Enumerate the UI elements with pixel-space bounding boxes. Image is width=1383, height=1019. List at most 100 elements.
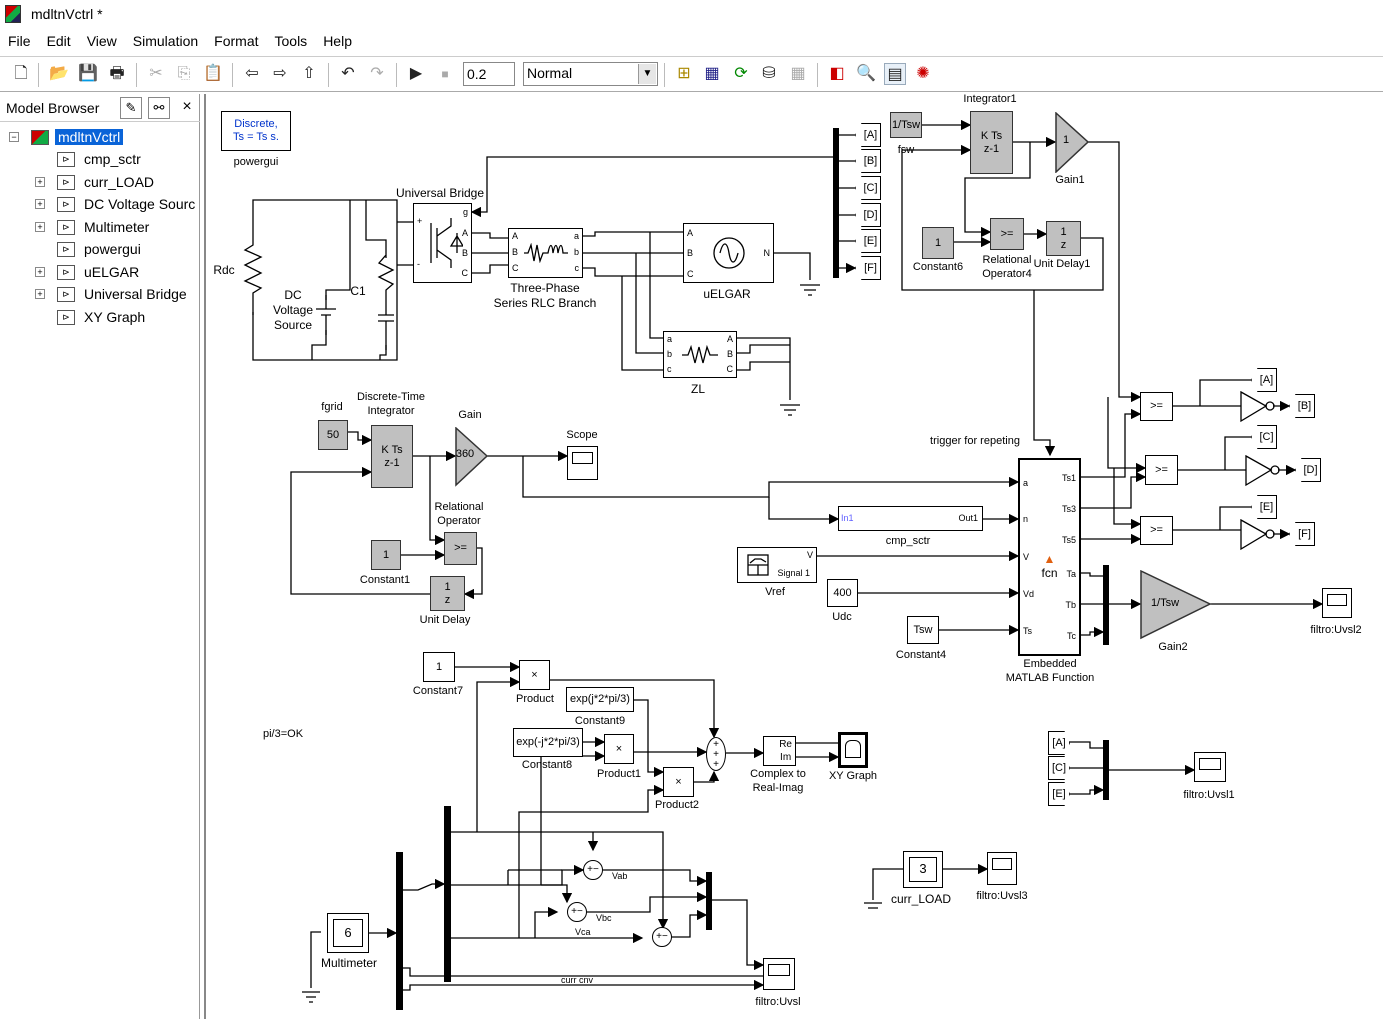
scope-uvsl1-block[interactable] (1194, 752, 1226, 782)
uelgar-block[interactable]: A B C N (683, 223, 774, 283)
capacitor-icon[interactable] (376, 255, 396, 350)
block-label: Multimeter (320, 956, 378, 970)
block-label: Rdc (213, 263, 235, 277)
port-label: B (512, 247, 519, 257)
port-label: b (573, 247, 579, 257)
scope-block[interactable] (567, 446, 598, 480)
port-label: g (462, 207, 468, 217)
mux-bus[interactable] (706, 872, 712, 930)
relational-operator-block[interactable]: >= (1140, 392, 1173, 421)
zl-load-block[interactable]: a b c A B C (663, 331, 737, 378)
block-label: fgrid (321, 401, 343, 413)
block-label: C1 (350, 284, 366, 298)
port-label: Tb (1065, 600, 1076, 610)
block-label: Constant9 (574, 715, 626, 727)
matlab-logo-icon: ▲ fcn (1041, 552, 1058, 580)
rlc-branch-block[interactable]: A B C a b c (508, 228, 583, 278)
port-label: B (726, 349, 733, 359)
mux-bus[interactable] (1103, 740, 1109, 800)
discrete-time-integrator-block[interactable]: K Ts z-1 (371, 425, 413, 488)
block-label: cmp_sctr (885, 535, 931, 547)
scope-uvsl-block[interactable] (763, 958, 795, 990)
udc-constant-block[interactable]: 400 (827, 579, 858, 607)
constant7-block[interactable]: 1 (423, 652, 455, 682)
signal-label: Vca (575, 927, 591, 937)
block-label: Constant7 (412, 685, 464, 697)
gain-value: 360 (455, 448, 475, 460)
not-gate-icon[interactable] (1245, 455, 1281, 487)
scope-uvsl3-block[interactable] (987, 852, 1017, 885)
scope-uvsl2-block[interactable] (1322, 588, 1352, 618)
goto-label: [E] (863, 235, 878, 247)
sum-block[interactable]: + + + (706, 737, 726, 771)
complex-to-real-imag-block[interactable]: Re Im (763, 736, 796, 766)
curr-load-value: 3 (909, 857, 937, 882)
signal-label: Vbc (596, 913, 612, 923)
port-label: b (667, 349, 673, 359)
powergui-block[interactable]: Discrete, Ts = Ts s. (221, 111, 291, 151)
not-gate-icon[interactable] (1240, 391, 1276, 423)
block-label: Relational Operator4 (982, 254, 1032, 280)
block-label: Constant6 (912, 261, 964, 273)
signal-builder-icon (747, 554, 769, 576)
relational-operator4-block[interactable]: >= (990, 218, 1024, 250)
resistor-icon (682, 344, 718, 363)
signal-label: curr cnv (560, 975, 594, 985)
fsw-constant-block[interactable]: 1/Tsw (890, 112, 922, 138)
constant4-block[interactable]: Tsw (907, 616, 939, 644)
sum-block-vab[interactable]: +− (583, 860, 603, 880)
cmp-sctr-subsystem[interactable]: In1 Out1 (838, 506, 983, 531)
goto-label: [B] (863, 155, 878, 167)
product2-block[interactable]: × (663, 767, 694, 797)
relational-operator-block[interactable]: >= (1145, 455, 1178, 485)
mux-bus[interactable] (1103, 565, 1109, 645)
port-label: C (726, 364, 734, 374)
port-label: + (417, 216, 423, 226)
relational-operator-block[interactable]: >= (444, 532, 477, 565)
mux-bus[interactable] (833, 128, 839, 278)
relational-operator-block[interactable]: >= (1140, 516, 1173, 545)
port-label: a (1023, 478, 1029, 488)
multimeter-block[interactable]: 6 (327, 913, 369, 953)
signal-label: Vab (612, 871, 628, 881)
dc-source-icon[interactable] (316, 295, 336, 335)
product-block[interactable]: × (519, 660, 550, 690)
resistor-icon[interactable] (243, 225, 263, 315)
not-gate-icon[interactable] (1240, 519, 1276, 551)
goto-label: [A] (863, 129, 878, 141)
integrator1-block[interactable]: K Ts z-1 (970, 111, 1013, 174)
block-label: Vref (765, 586, 785, 598)
fgrid-constant-block[interactable]: 50 (318, 420, 348, 450)
from-label: [E] (1052, 788, 1066, 800)
constant1-block[interactable]: 1 (371, 540, 401, 570)
gain1-block[interactable] (1055, 112, 1089, 173)
igbt-diode-icon (429, 218, 463, 268)
unit-delay1-block[interactable]: 1 z (1046, 221, 1081, 256)
embedded-matlab-function-block[interactable]: ▲ fcn a n V Vd Ts Ts1 Ts3 Ts5 Ta Tb Tc (1018, 458, 1081, 656)
universal-bridge-block[interactable]: + - g A B C (413, 203, 472, 283)
port-label: n (1023, 514, 1029, 524)
vref-signal-builder-block[interactable]: V Signal 1 (737, 547, 817, 583)
demux-bus[interactable] (396, 852, 403, 1010)
goto-label: [C] (1259, 431, 1274, 443)
sum-block-vbc[interactable]: +− (567, 902, 587, 922)
block-label: Gain (458, 409, 482, 421)
port-label: A (687, 228, 694, 238)
port-label: a (667, 334, 673, 344)
goto-label: [C] (863, 182, 878, 194)
constant6-block[interactable]: 1 (922, 227, 954, 259)
port-label: A (512, 231, 519, 241)
port-label: c (667, 364, 672, 374)
constant8-block[interactable]: exp(-j*2*pi/3) (513, 728, 583, 757)
constant9-block[interactable]: exp(j*2*pi/3) (566, 687, 634, 712)
block-label: Embedded MATLAB Function (1005, 658, 1095, 684)
demux-bus[interactable] (444, 806, 451, 982)
curr-load-display-block[interactable]: 3 (903, 851, 943, 888)
block-label: Unit Delay (419, 614, 471, 626)
goto-label: [F] (1298, 528, 1311, 540)
unit-delay-block[interactable]: 1 z (430, 576, 465, 611)
xy-graph-block[interactable] (838, 732, 868, 768)
product1-block[interactable]: × (604, 734, 634, 764)
sum-block-vca[interactable]: +− (652, 927, 672, 947)
goto-label: [B] (1297, 400, 1312, 412)
